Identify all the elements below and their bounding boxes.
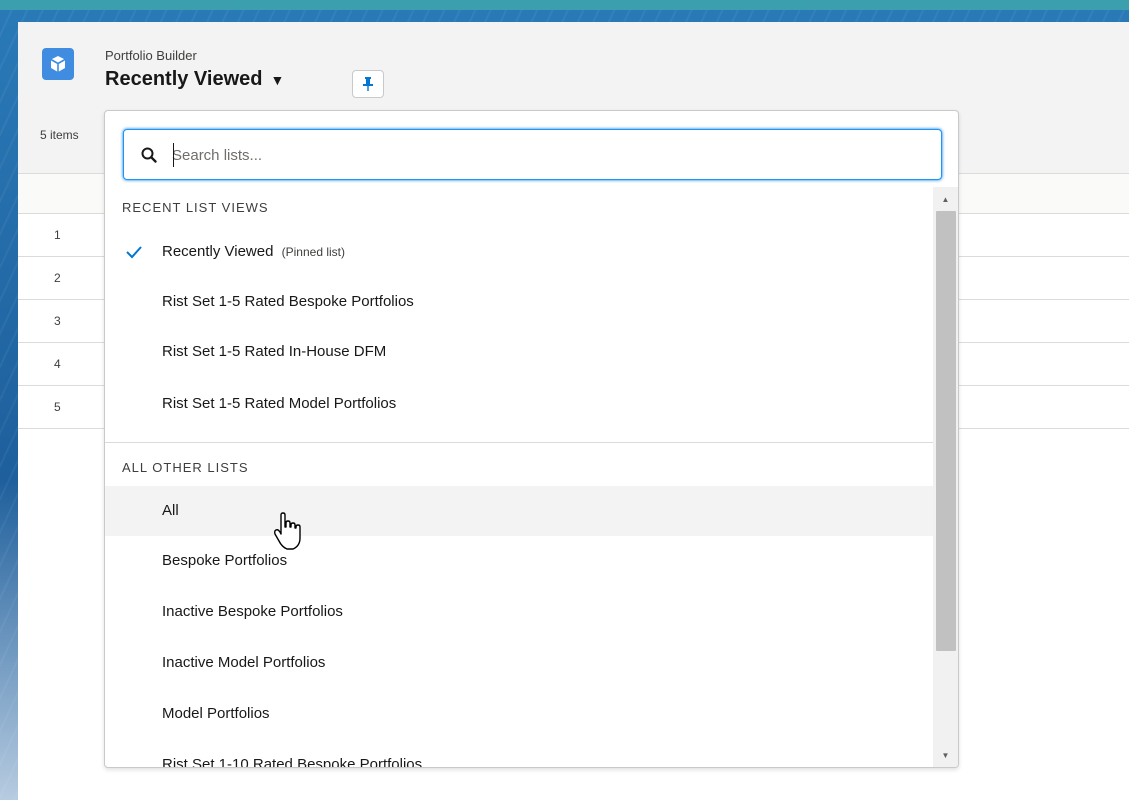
caret-down-icon: ▼ bbox=[270, 71, 285, 88]
section-header-recent: RECENT LIST VIEWS bbox=[122, 200, 269, 215]
items-count: 5 items bbox=[40, 128, 79, 142]
list-item-recently-viewed[interactable]: Recently Viewed (Pinned list) bbox=[105, 227, 933, 277]
check-icon bbox=[126, 246, 142, 259]
list-item[interactable]: Inactive Bespoke Portfolios bbox=[105, 587, 933, 637]
app-name: Portfolio Builder bbox=[105, 48, 197, 63]
list-item[interactable]: Rist Set 1-5 Rated In-House DFM bbox=[105, 327, 933, 377]
list-item-label: Inactive Model Portfolios bbox=[162, 654, 326, 671]
search-icon bbox=[141, 147, 157, 163]
list-item-label: All bbox=[162, 502, 179, 519]
list-item-label: Bespoke Portfolios bbox=[162, 552, 288, 569]
list-item-label: Rist Set 1-5 Rated In-House DFM bbox=[162, 343, 387, 360]
list-view-dropdown: RECENT LIST VIEWS Recently Viewed (Pinne… bbox=[104, 110, 959, 768]
pin-button[interactable] bbox=[352, 70, 384, 98]
list-item[interactable]: Rist Set 1-5 Rated Model Portfolios bbox=[105, 379, 933, 429]
list-item[interactable]: Rist Set 1-5 Rated Bespoke Portfolios bbox=[105, 277, 933, 327]
section-divider bbox=[105, 442, 933, 443]
list-item-label: Rist Set 1-5 Rated Model Portfolios bbox=[162, 395, 397, 412]
dropdown-scrollbar[interactable]: ▲ ▼ bbox=[933, 187, 958, 767]
search-input[interactable] bbox=[172, 140, 922, 170]
list-item-label: Rist Set 1-5 Rated Bespoke Portfolios bbox=[162, 293, 414, 310]
row-number: 2 bbox=[54, 271, 61, 285]
list-item[interactable]: Inactive Model Portfolios bbox=[105, 638, 933, 688]
search-box[interactable] bbox=[123, 129, 942, 180]
scroll-up-arrow-icon[interactable]: ▲ bbox=[933, 189, 958, 209]
row-number: 4 bbox=[54, 357, 61, 371]
row-number: 1 bbox=[54, 228, 61, 242]
row-number: 3 bbox=[54, 314, 61, 328]
scroll-thumb[interactable] bbox=[936, 211, 956, 651]
list-options: RECENT LIST VIEWS Recently Viewed (Pinne… bbox=[105, 187, 933, 768]
list-item[interactable]: Bespoke Portfolios bbox=[105, 536, 933, 586]
pin-icon bbox=[363, 77, 373, 91]
scroll-down-arrow-icon[interactable]: ▼ bbox=[933, 745, 958, 765]
list-item-label: Rist Set 1-10 Rated Bespoke Portfolios bbox=[162, 756, 423, 768]
text-caret bbox=[173, 143, 174, 167]
pinned-note: (Pinned list) bbox=[281, 245, 345, 259]
cube-icon bbox=[42, 48, 74, 80]
list-title-text: Recently Viewed bbox=[105, 68, 263, 90]
hand-pointer-icon bbox=[273, 512, 301, 550]
top-band bbox=[0, 0, 1129, 10]
row-number: 5 bbox=[54, 400, 61, 414]
section-header-other: ALL OTHER LISTS bbox=[122, 460, 249, 475]
list-item-all[interactable]: All bbox=[105, 486, 933, 536]
list-item[interactable]: Model Portfolios bbox=[105, 689, 933, 739]
list-item[interactable]: Rist Set 1-10 Rated Bespoke Portfolios bbox=[105, 740, 933, 768]
list-item-label: Model Portfolios bbox=[162, 705, 270, 722]
list-item-label: Recently Viewed bbox=[162, 243, 274, 260]
list-item-label: Inactive Bespoke Portfolios bbox=[162, 603, 343, 620]
list-view-switcher[interactable]: Recently Viewed ▼ bbox=[105, 68, 284, 91]
